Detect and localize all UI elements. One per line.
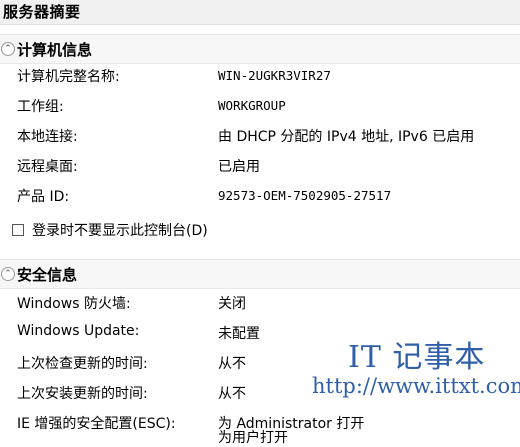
row-label: 工作组: <box>17 99 64 115</box>
row-value[interactable]: WORKGROUP <box>218 98 286 113</box>
hide-console-checkbox[interactable] <box>12 224 24 236</box>
row-value[interactable]: 已启用 <box>218 156 260 176</box>
panel-title: 服务器摘要 <box>3 3 81 21</box>
watermark-brand: IT 记事本 <box>348 340 486 375</box>
info-row-workgroup: 工作组: WORKGROUP <box>0 96 520 120</box>
row-value: 从不 <box>218 386 246 402</box>
info-row-remote-desktop: 远程桌面: 已启用 <box>0 156 520 180</box>
row-label: Windows Update: <box>17 323 140 339</box>
row-label: Windows 防火墙: <box>17 296 131 312</box>
panel-title-bar: 服务器摘要 <box>0 0 520 25</box>
row-value[interactable]: 关闭 <box>218 293 246 313</box>
row-label: 产品 ID: <box>17 189 70 205</box>
row-label: 本地连接: <box>17 129 78 145</box>
ie-esc-users-value[interactable]: 为用户打开 <box>218 427 288 447</box>
info-row-local-connection: 本地连接: 由 DHCP 分配的 IPv4 地址, IPv6 已启用 <box>0 126 520 150</box>
security-info-header[interactable]: ⌃ 安全信息 <box>0 259 520 289</box>
row-label: 计算机完整名称: <box>17 69 120 85</box>
row-label: 远程桌面: <box>17 159 78 175</box>
hide-console-label[interactable]: 登录时不要显示此控制台(D) <box>32 220 208 240</box>
computer-info-title: 计算机信息 <box>17 41 93 59</box>
row-label: IE 增强的安全配置(ESC): <box>17 416 176 432</box>
security-info-title: 安全信息 <box>17 266 78 284</box>
row-value: 92573-OEM-7502905-27517 <box>218 188 392 203</box>
row-label: 上次检查更新的时间: <box>17 356 148 372</box>
collapse-chevron-icon[interactable]: ⌃ <box>1 42 15 56</box>
row-label: 上次安装更新的时间: <box>17 386 148 402</box>
row-value: 从不 <box>218 356 246 372</box>
row-value[interactable]: WIN-2UGKR3VIR27 <box>218 68 331 83</box>
info-row-product-id: 产品 ID: 92573-OEM-7502905-27517 <box>0 186 520 210</box>
info-row-computer-name: 计算机完整名称: WIN-2UGKR3VIR27 <box>0 66 520 90</box>
watermark-url: http://www.ittxt.com <box>312 374 520 398</box>
collapse-chevron-icon[interactable]: ⌃ <box>1 267 15 281</box>
row-value[interactable]: 由 DHCP 分配的 IPv4 地址, IPv6 已启用 <box>218 126 474 146</box>
info-row-firewall: Windows 防火墙: 关闭 <box>0 293 520 317</box>
row-value[interactable]: 未配置 <box>218 323 260 343</box>
computer-info-header[interactable]: ⌃ 计算机信息 <box>0 34 520 64</box>
